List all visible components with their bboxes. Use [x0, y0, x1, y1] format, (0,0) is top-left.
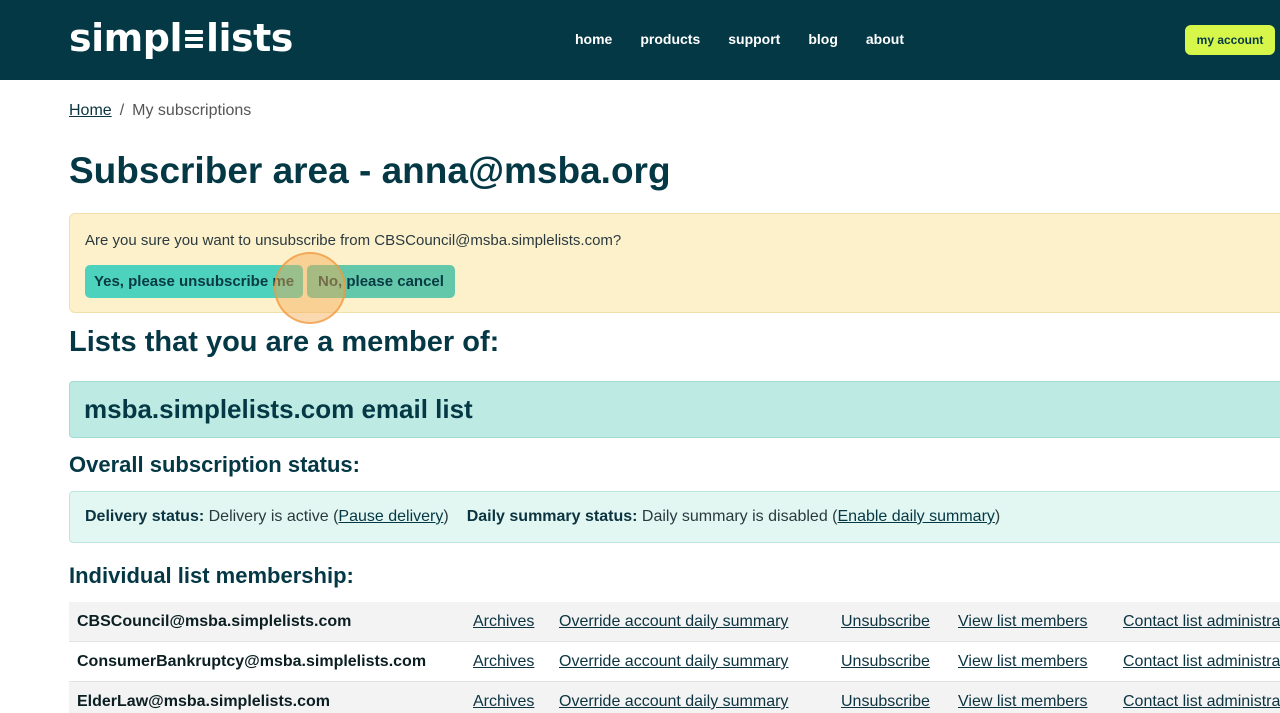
- unsubscribe-link[interactable]: Unsubscribe: [841, 613, 930, 630]
- enable-daily-summary-link[interactable]: Enable daily summary: [838, 508, 995, 525]
- breadcrumb: Home / My subscriptions: [69, 102, 251, 120]
- confirm-unsubscribe-button[interactable]: Yes, please unsubscribe me: [85, 265, 303, 298]
- membership-table: CBSCouncil@msba.simplelists.com Archives…: [69, 602, 1280, 713]
- delivery-status-label: Delivery status:: [85, 508, 205, 525]
- simplelists-logo[interactable]: simpl lists: [69, 16, 293, 60]
- contact-admin-link[interactable]: Contact list administrator: [1123, 613, 1280, 630]
- unsubscribe-confirm-box: Are you sure you want to unsubscribe fro…: [69, 213, 1280, 313]
- table-row: ElderLaw@msba.simplelists.com Archives O…: [69, 682, 1280, 713]
- table-row: CBSCouncil@msba.simplelists.com Archives…: [69, 602, 1280, 642]
- breadcrumb-separator: /: [119, 102, 125, 119]
- view-members-link[interactable]: View list members: [958, 613, 1088, 630]
- nav-home[interactable]: home: [575, 31, 612, 47]
- summary-close-paren: ): [994, 508, 1001, 525]
- contact-admin-link[interactable]: Contact list administrator: [1123, 653, 1280, 670]
- unsubscribe-link[interactable]: Unsubscribe: [841, 653, 930, 670]
- breadcrumb-current: My subscriptions: [132, 102, 252, 119]
- nav-products[interactable]: products: [640, 31, 700, 47]
- delivery-status-text: Delivery is active (: [204, 508, 339, 525]
- pause-delivery-link[interactable]: Pause delivery: [338, 508, 443, 525]
- confirm-message: Are you sure you want to unsubscribe fro…: [85, 232, 622, 249]
- archives-link[interactable]: Archives: [473, 653, 534, 670]
- status-line: Delivery status: Delivery is active (Pau…: [85, 508, 1000, 526]
- list-name: ElderLaw@msba.simplelists.com: [77, 693, 331, 710]
- list-banner-title: msba.simplelists.com email list: [84, 394, 473, 424]
- click-indicator: [274, 252, 346, 324]
- nav-about[interactable]: about: [866, 31, 904, 47]
- override-summary-link[interactable]: Override account daily summary: [559, 693, 788, 710]
- nav-support[interactable]: support: [728, 31, 780, 47]
- view-members-link[interactable]: View list members: [958, 693, 1088, 710]
- archives-link[interactable]: Archives: [473, 613, 534, 630]
- main-nav: home products support blog about: [575, 31, 932, 47]
- override-summary-link[interactable]: Override account daily summary: [559, 653, 788, 670]
- daily-summary-status-label: Daily summary status:: [466, 508, 638, 525]
- logo-text-right: lists: [205, 16, 293, 60]
- top-navbar: simpl lists home products support blog ab…: [0, 0, 1280, 80]
- my-account-button[interactable]: my account: [1185, 25, 1275, 55]
- daily-summary-status-text: Daily summary is disabled (: [637, 508, 838, 525]
- overall-status-heading: Overall subscription status:: [69, 452, 360, 477]
- override-summary-link[interactable]: Override account daily summary: [559, 613, 788, 630]
- individual-membership-heading: Individual list membership:: [69, 563, 354, 588]
- nav-blog[interactable]: blog: [808, 31, 838, 47]
- table-row: ConsumerBankruptcy@msba.simplelists.com …: [69, 642, 1280, 682]
- list-name: CBSCouncil@msba.simplelists.com: [77, 613, 352, 630]
- subscription-status-box: Delivery status: Delivery is active (Pau…: [69, 491, 1280, 543]
- unsubscribe-link[interactable]: Unsubscribe: [841, 693, 930, 710]
- view-members-link[interactable]: View list members: [958, 653, 1088, 670]
- delivery-close-paren: ): [443, 508, 449, 525]
- page-title: Subscriber area - anna@msba.org: [69, 150, 671, 191]
- logo-lines-icon: [183, 23, 205, 53]
- lists-heading: Lists that you are a member of:: [69, 326, 500, 358]
- archives-link[interactable]: Archives: [473, 693, 534, 710]
- list-banner: msba.simplelists.com email list: [69, 381, 1280, 438]
- list-name: ConsumerBankruptcy@msba.simplelists.com: [77, 653, 427, 670]
- contact-admin-link[interactable]: Contact list administrator: [1123, 693, 1280, 710]
- breadcrumb-home-link[interactable]: Home: [69, 102, 112, 119]
- logo-text-left: simpl: [69, 16, 182, 60]
